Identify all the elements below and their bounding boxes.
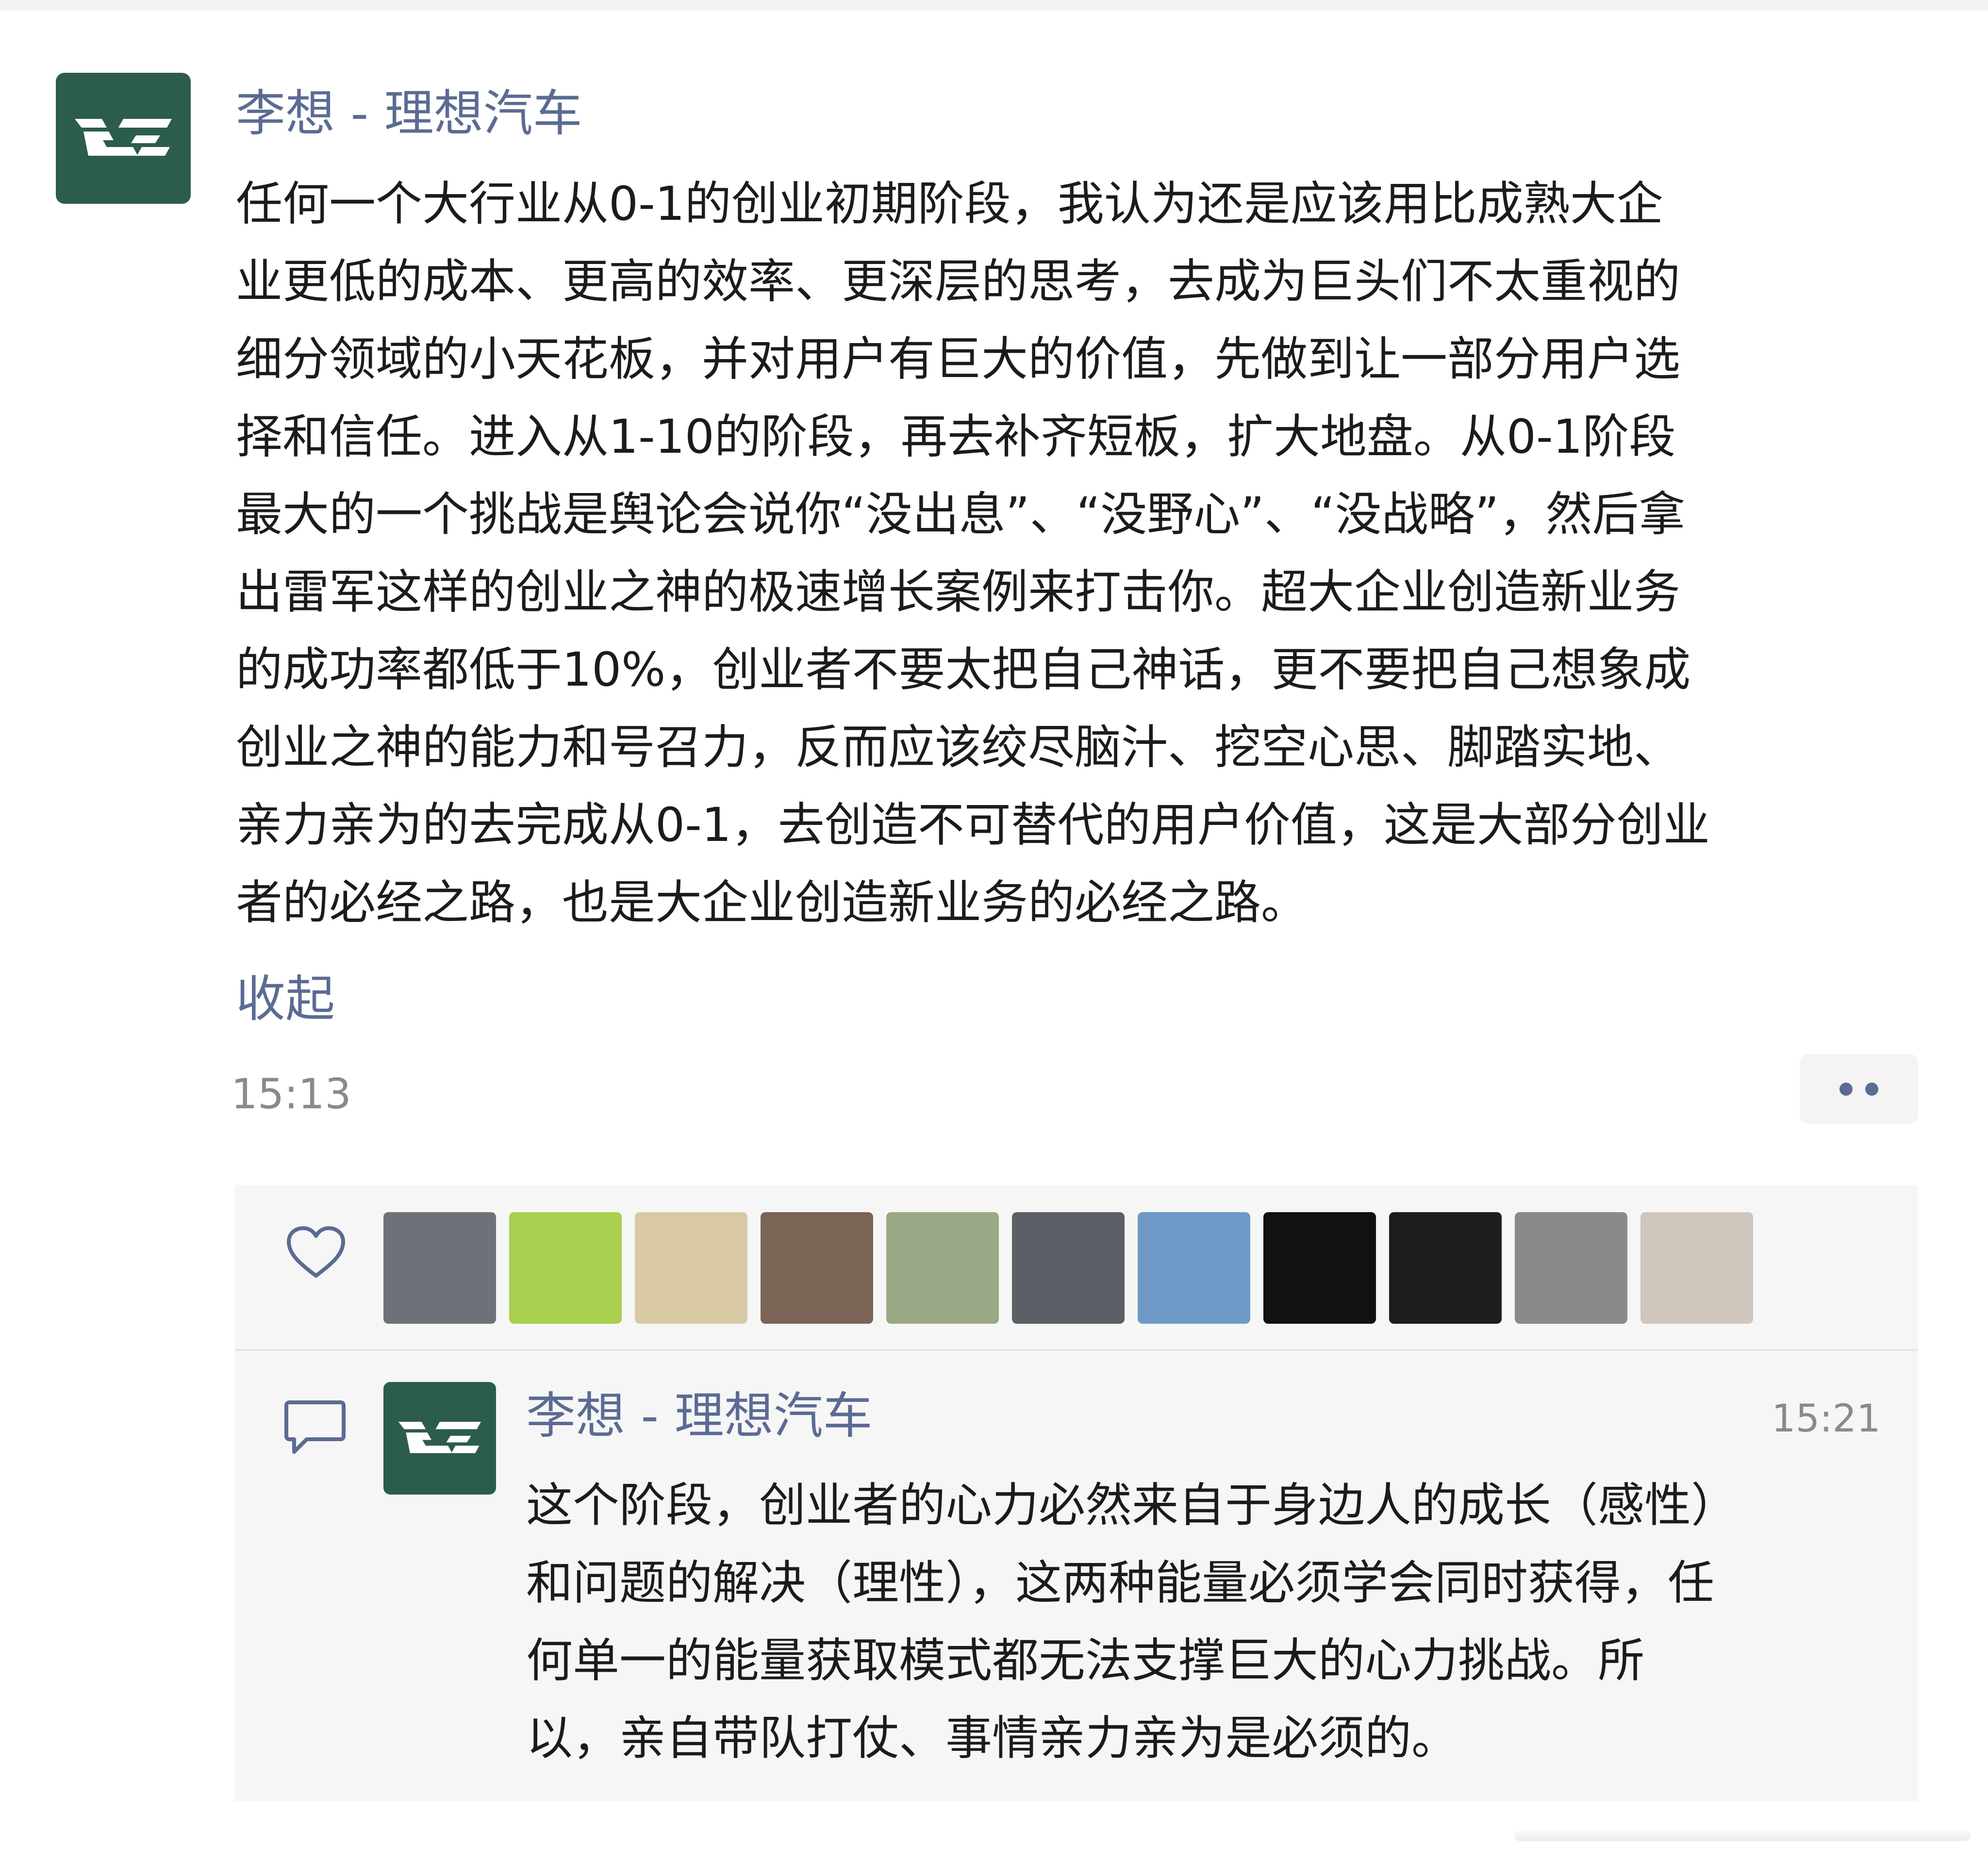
more-dot-icon bbox=[1865, 1082, 1878, 1096]
author-avatar[interactable] bbox=[56, 73, 191, 204]
post-body-line: 最大的一个挑战是舆论会说你“没出息”、“没野心”、“没战略”，然后拿 bbox=[236, 487, 1686, 542]
liker-woman-sunglasses-avatar[interactable] bbox=[886, 1212, 999, 1324]
post-body-line: 细分领域的小天花板，并对用户有巨大的价值，先做到让一部分用户选 bbox=[236, 332, 1680, 386]
comment-author-avatar[interactable] bbox=[383, 1382, 496, 1495]
post-timestamp: 15:13 bbox=[231, 1070, 351, 1118]
more-dot-icon bbox=[1839, 1082, 1853, 1096]
post-body-line: 出雷军这样的创业之神的极速增长案例来打击你。超大企业创造新业务 bbox=[236, 565, 1680, 619]
post-body-line: 择和信任。进入从1-10的阶段，再去补齐短板，扩大地盘。从0-1阶段 bbox=[236, 410, 1676, 464]
divider bbox=[235, 1349, 1918, 1351]
post-body-line: 创业之神的能力和号召力，反而应该绞尽脑汁、挖空心思、脚踏实地、 bbox=[236, 720, 1680, 774]
comment-body-text: 这个阶段，创业者的心力必然来自于身边人的成长（感性） 和问题的解决（理性），这两种… bbox=[526, 1466, 1914, 1777]
comment-body-line: 和问题的解决（理性），这两种能量必须学会同时获得，任 bbox=[526, 1556, 1714, 1610]
comment-bubble-icon[interactable] bbox=[283, 1398, 347, 1459]
liker-cat-avatar[interactable] bbox=[1515, 1212, 1627, 1324]
post-author-name[interactable]: 李想 - 理想汽车 bbox=[236, 82, 582, 146]
post-body-line: 任何一个大行业从0-1的创业初期阶段，我认为还是应该用比成熟大企 bbox=[236, 177, 1663, 231]
post-body-line: 者的必经之路，也是大企业创造新业务的必经之路。 bbox=[236, 875, 1308, 930]
liker-apple-logo-avatar[interactable] bbox=[1263, 1212, 1376, 1324]
comment-body-line: 以，亲自带队打仗、事情亲力亲为是必须的。 bbox=[526, 1711, 1458, 1765]
top-bar bbox=[0, 0, 1988, 11]
liker-man-flowers-avatar[interactable] bbox=[761, 1212, 873, 1324]
likes-row bbox=[235, 1185, 1918, 1349]
liker-woman-standing-avatar[interactable] bbox=[1640, 1212, 1753, 1324]
comment-author-name[interactable]: 李想 - 理想汽车 bbox=[526, 1385, 873, 1448]
liker-dog-avatar[interactable] bbox=[635, 1212, 747, 1324]
post-body-text: 任何一个大行业从0-1的创业初期阶段，我认为还是应该用比成熟大企 业更低的成本、更… bbox=[236, 165, 1944, 941]
comment-timestamp: 15:21 bbox=[1772, 1397, 1881, 1441]
li-auto-logo-icon bbox=[398, 1422, 481, 1453]
heart-icon[interactable] bbox=[286, 1225, 346, 1281]
collapse-link[interactable]: 收起 bbox=[236, 968, 335, 1031]
post-body-line: 的成功率都低于10%，创业者不要太把自己神话，更不要把自己想象成 bbox=[236, 642, 1691, 697]
post-body-line: 亲力亲为的去完成从0-1，去创造不可替代的用户价值，这是大部分创业 bbox=[236, 798, 1710, 852]
liker-car-avatar[interactable] bbox=[383, 1212, 496, 1324]
liker-statue-avatar[interactable] bbox=[1389, 1212, 1502, 1324]
comment-body-line: 何单一的能量获取模式都无法支撑巨大的心力挑战。所 bbox=[526, 1633, 1644, 1688]
liker-green-avatar[interactable] bbox=[509, 1212, 622, 1324]
bottom-edge bbox=[1514, 1830, 1971, 1841]
li-auto-logo-icon bbox=[75, 119, 172, 156]
post-body-line: 业更低的成本、更高的效率、更深层的思考，去成为巨头们不太重视的 bbox=[236, 254, 1680, 309]
liker-lake-avatar[interactable] bbox=[1138, 1212, 1250, 1324]
comment-body-line: 这个阶段，创业者的心力必然来自于身边人的成长（感性） bbox=[526, 1478, 1738, 1532]
interaction-panel: 李想 - 理想汽车 15:21 这个阶段，创业者的心力必然来自于身边人的成长（感… bbox=[235, 1185, 1918, 1801]
liker-man-portrait-avatar[interactable] bbox=[1012, 1212, 1125, 1324]
more-options-button[interactable] bbox=[1800, 1054, 1918, 1124]
